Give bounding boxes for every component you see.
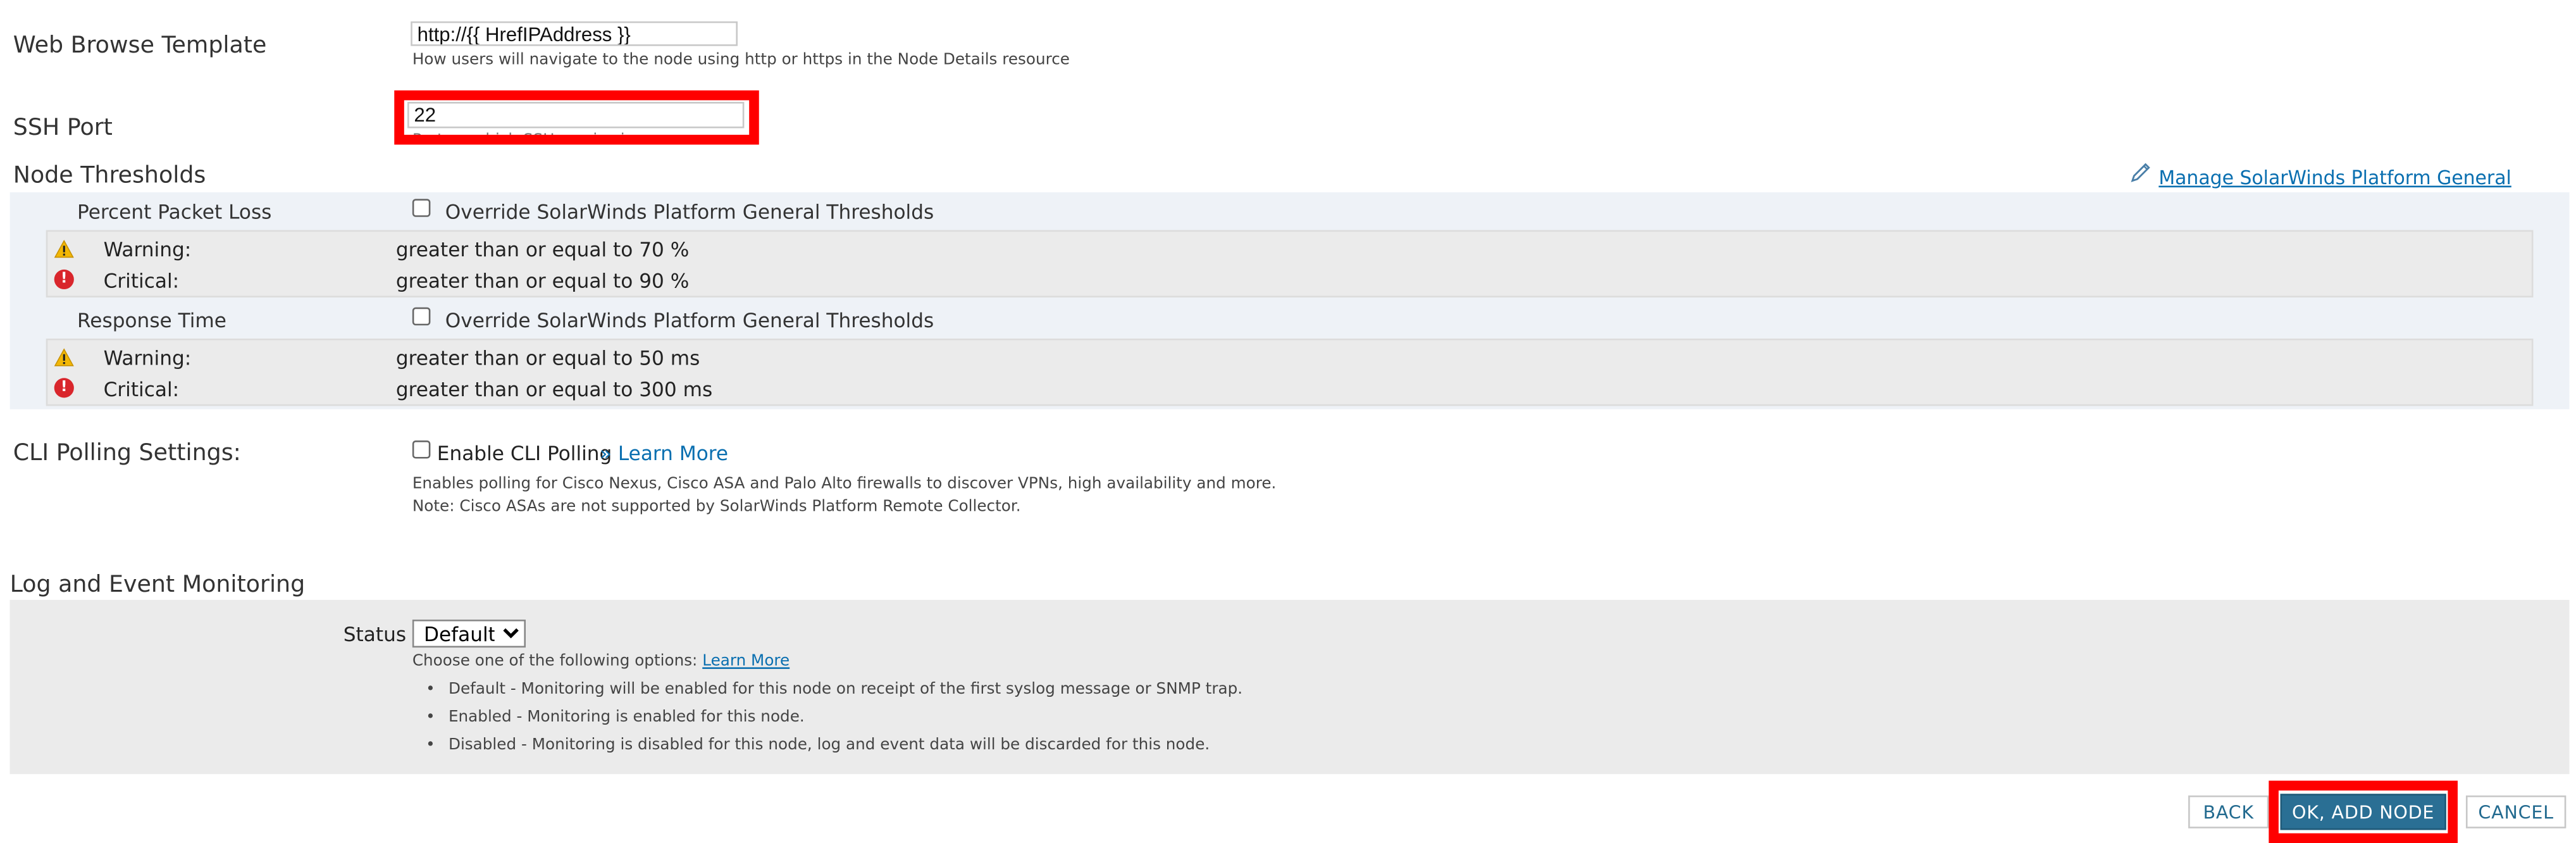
status-learn-more-link[interactable]: Learn More <box>702 653 790 671</box>
packet-loss-critical-label: Critical: <box>103 269 180 293</box>
packet-loss-warning-label: Warning: <box>103 238 192 261</box>
back-button[interactable]: BACK <box>2188 795 2269 828</box>
response-time-critical-value: greater than or equal to 300 ms <box>395 378 713 401</box>
status-bullet-disabled: Disabled - Monitoring is disabled for th… <box>412 736 1210 754</box>
response-time-label: Response Time <box>77 309 226 332</box>
cancel-button[interactable]: CANCEL <box>2465 795 2567 828</box>
add-node-form: Web Browse Template How users will navig… <box>0 0 2576 843</box>
status-bullet-default: Default - Monitoring will be enabled for… <box>412 680 1242 699</box>
node-thresholds-heading: Node Thresholds <box>13 163 206 189</box>
ssh-port-label: SSH Port <box>13 115 113 142</box>
cli-polling-label: CLI Polling Settings: <box>13 440 241 467</box>
pencil-icon <box>2129 159 2152 182</box>
web-browse-input[interactable] <box>411 21 738 46</box>
status-bullet-enabled: Enabled - Monitoring is enabled for this… <box>412 708 805 727</box>
packet-loss-warning-value: greater than or equal to 70 % <box>395 238 690 261</box>
packet-loss-label: Percent Packet Loss <box>77 200 272 224</box>
critical-icon: ! <box>54 269 74 290</box>
status-select[interactable]: Default <box>412 620 526 648</box>
warning-icon <box>54 348 74 366</box>
response-time-critical-label: Critical: <box>103 378 180 401</box>
response-time-warning-value: greater than or equal to 50 ms <box>395 346 700 370</box>
cli-learn-more-link[interactable]: » Learn More <box>600 442 728 465</box>
cli-hint-2: Note: Cisco ASAs are not supported by So… <box>412 497 1021 516</box>
response-time-override-checkbox[interactable] <box>412 307 431 326</box>
web-browse-label: Web Browse Template <box>13 32 267 59</box>
status-choose-text: Choose one of the following options: Lea… <box>412 653 790 671</box>
web-browse-hint: How users will navigate to the node usin… <box>412 51 1070 70</box>
packet-loss-critical-value: greater than or equal to 90 % <box>395 269 690 293</box>
packet-loss-override-label: Override SolarWinds Platform General Thr… <box>445 200 934 224</box>
ssh-port-input[interactable] <box>407 102 745 128</box>
enable-cli-label: Enable CLI Polling <box>437 442 612 465</box>
status-label: Status <box>343 623 407 646</box>
ok-add-node-button[interactable]: OK, ADD NODE <box>2280 794 2446 830</box>
warning-icon <box>54 240 74 258</box>
cli-hint-1: Enables polling for Cisco Nexus, Cisco A… <box>412 475 1277 494</box>
enable-cli-checkbox[interactable] <box>412 440 431 459</box>
response-time-warning-label: Warning: <box>103 346 192 370</box>
critical-icon: ! <box>54 378 74 398</box>
log-event-heading: Log and Event Monitoring <box>9 571 306 599</box>
response-time-override-label: Override SolarWinds Platform General Thr… <box>445 309 934 332</box>
status-choose-label: Choose one of the following options: <box>412 652 698 671</box>
packet-loss-override-checkbox[interactable] <box>412 199 431 217</box>
